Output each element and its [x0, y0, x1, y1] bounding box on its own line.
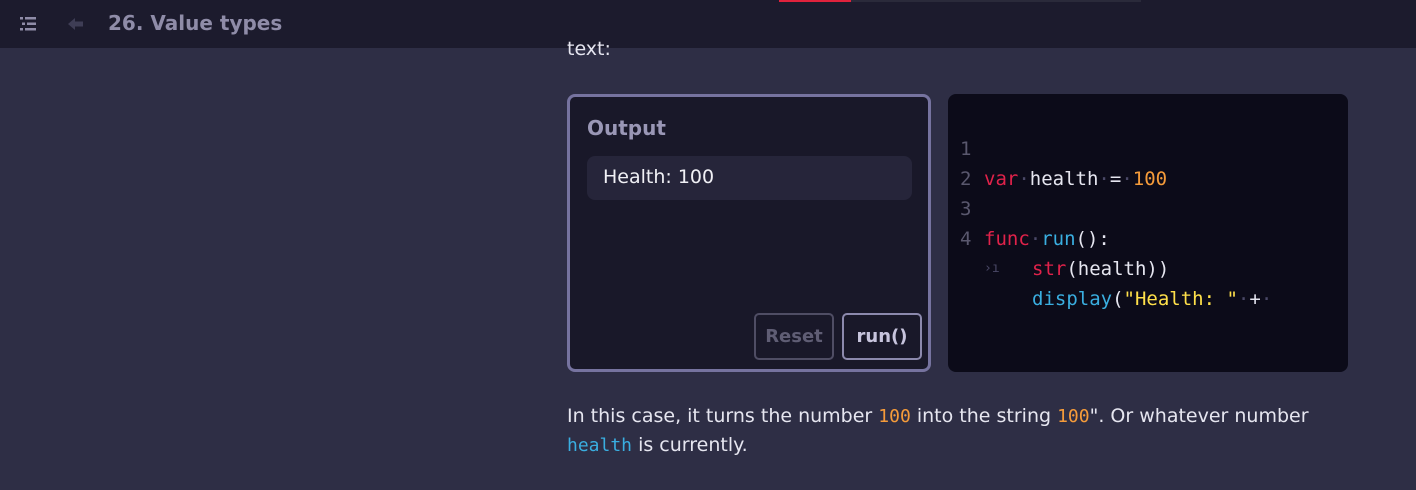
paragraph-text: ". Or whatever number: [1089, 405, 1309, 427]
code-line-2: 2: [948, 134, 994, 190]
list-menu-icon[interactable]: [19, 15, 37, 33]
code-string: "Health: ": [1123, 288, 1238, 310]
code-function: display: [1032, 288, 1113, 310]
inline-code-variable: health: [567, 435, 633, 456]
lesson-text-cutoff: text:: [567, 38, 611, 60]
top-bar: 26. Value types: [0, 0, 1416, 48]
code-punctuation: ():: [1075, 228, 1110, 250]
code-number: 100: [1132, 168, 1168, 190]
page-title: 26. Value types: [108, 11, 283, 35]
code-punctuation: (: [1112, 288, 1124, 310]
code-line-3: 3 func·run():: [948, 164, 1110, 250]
code-line-1: 1 var·health·=·100: [948, 104, 1167, 190]
inline-code-number: 100: [878, 406, 911, 427]
code-operator: =: [1109, 168, 1122, 190]
arrow-left-icon[interactable]: [67, 16, 85, 32]
paragraph-text: In this case, it turns the number: [567, 405, 879, 427]
code-operator: +: [1249, 288, 1261, 310]
paragraph-text: is currently.: [632, 434, 748, 456]
code-punctuation: (health)): [1066, 258, 1170, 280]
paragraph-text: into the string: [910, 405, 1058, 427]
lesson-progress-bar: [779, 0, 1141, 2]
code-editor[interactable]: 1 var·health·=·100 2 3 func·run(): 4 ›ı …: [948, 94, 1348, 372]
code-line-4-wrapped: str(health)): [948, 224, 1169, 280]
code-line-4: 4 ›ı display("Health: "·+·: [948, 194, 1272, 310]
code-builtin: str: [1032, 258, 1067, 280]
lesson-progress-fill: [779, 0, 852, 2]
reset-button[interactable]: Reset: [754, 313, 834, 360]
output-title: Output: [587, 116, 666, 140]
output-panel: Output Health: 100 Reset run(): [567, 94, 931, 372]
code-identifier: health: [1029, 168, 1099, 190]
lesson-paragraph: In this case, it turns the number 100 in…: [567, 402, 1347, 460]
output-line: Health: 100: [587, 156, 912, 200]
run-button[interactable]: run(): [842, 313, 922, 360]
code-function: run: [1041, 228, 1076, 250]
inline-code-string: 100: [1057, 406, 1090, 427]
